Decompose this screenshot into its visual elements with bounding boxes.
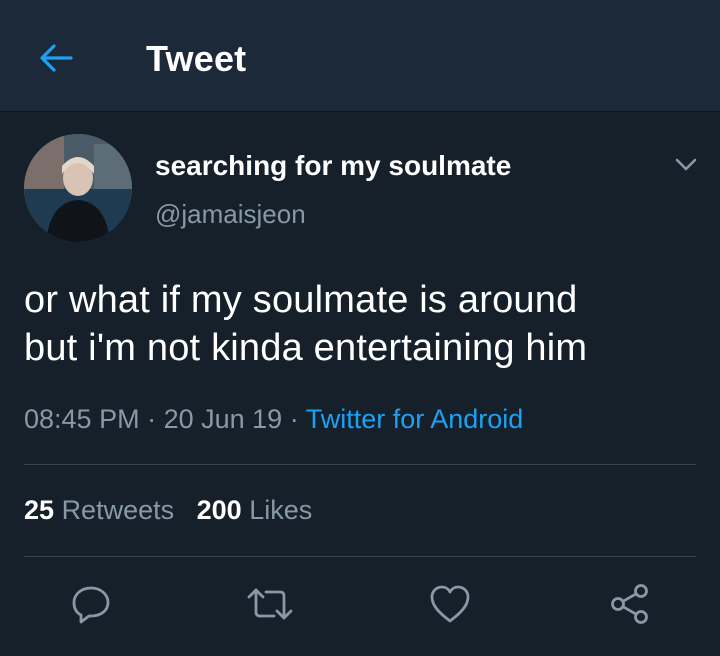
avatar[interactable] (24, 134, 132, 242)
tweet-text-line: but i'm not kinda entertaining him (24, 327, 588, 369)
avatar-photo-icon (24, 134, 132, 242)
meta-separator: · (139, 404, 164, 434)
display-name[interactable]: searching for my soulmate (155, 150, 511, 182)
divider (24, 464, 696, 465)
retweets-label: Retweets (61, 495, 175, 525)
retweet-icon (247, 588, 293, 620)
top-bar: Tweet (0, 0, 720, 112)
action-bar (0, 560, 720, 650)
tweet-source-link[interactable]: Twitter for Android (306, 404, 524, 434)
reply-button[interactable] (67, 580, 115, 628)
share-icon (611, 584, 648, 624)
tweet-text: or what if my soulmate is around but i'm… (24, 276, 704, 372)
tweet-menu-button[interactable] (668, 150, 704, 180)
chevron-down-icon (675, 158, 697, 171)
back-arrow-icon (40, 44, 73, 72)
likes-stat[interactable]: 200 Likes (197, 495, 313, 525)
user-handle[interactable]: @jamaisjeon (155, 199, 306, 229)
divider (24, 556, 696, 557)
reply-icon (72, 586, 110, 624)
retweets-count: 25 (24, 495, 55, 525)
tweet-meta: 08:45 PM · 20 Jun 19 · Twitter for Andro… (24, 402, 523, 436)
tweet-date: 20 Jun 19 (163, 404, 283, 434)
tweet-stats: 25 Retweets 200 Likes (24, 493, 312, 527)
tweet-text-line: or what if my soulmate is around (24, 279, 578, 321)
meta-separator: · (282, 404, 306, 434)
likes-count: 200 (196, 495, 242, 525)
tweet-time: 08:45 PM (24, 404, 140, 434)
retweet-button[interactable] (246, 580, 294, 628)
likes-label: Likes (249, 495, 313, 525)
like-icon (430, 585, 470, 623)
share-button[interactable] (606, 580, 654, 628)
page-title: Tweet (146, 38, 247, 79)
retweets-stat[interactable]: 25 Retweets (24, 495, 174, 525)
back-button[interactable] (38, 40, 74, 76)
like-button[interactable] (426, 580, 474, 628)
